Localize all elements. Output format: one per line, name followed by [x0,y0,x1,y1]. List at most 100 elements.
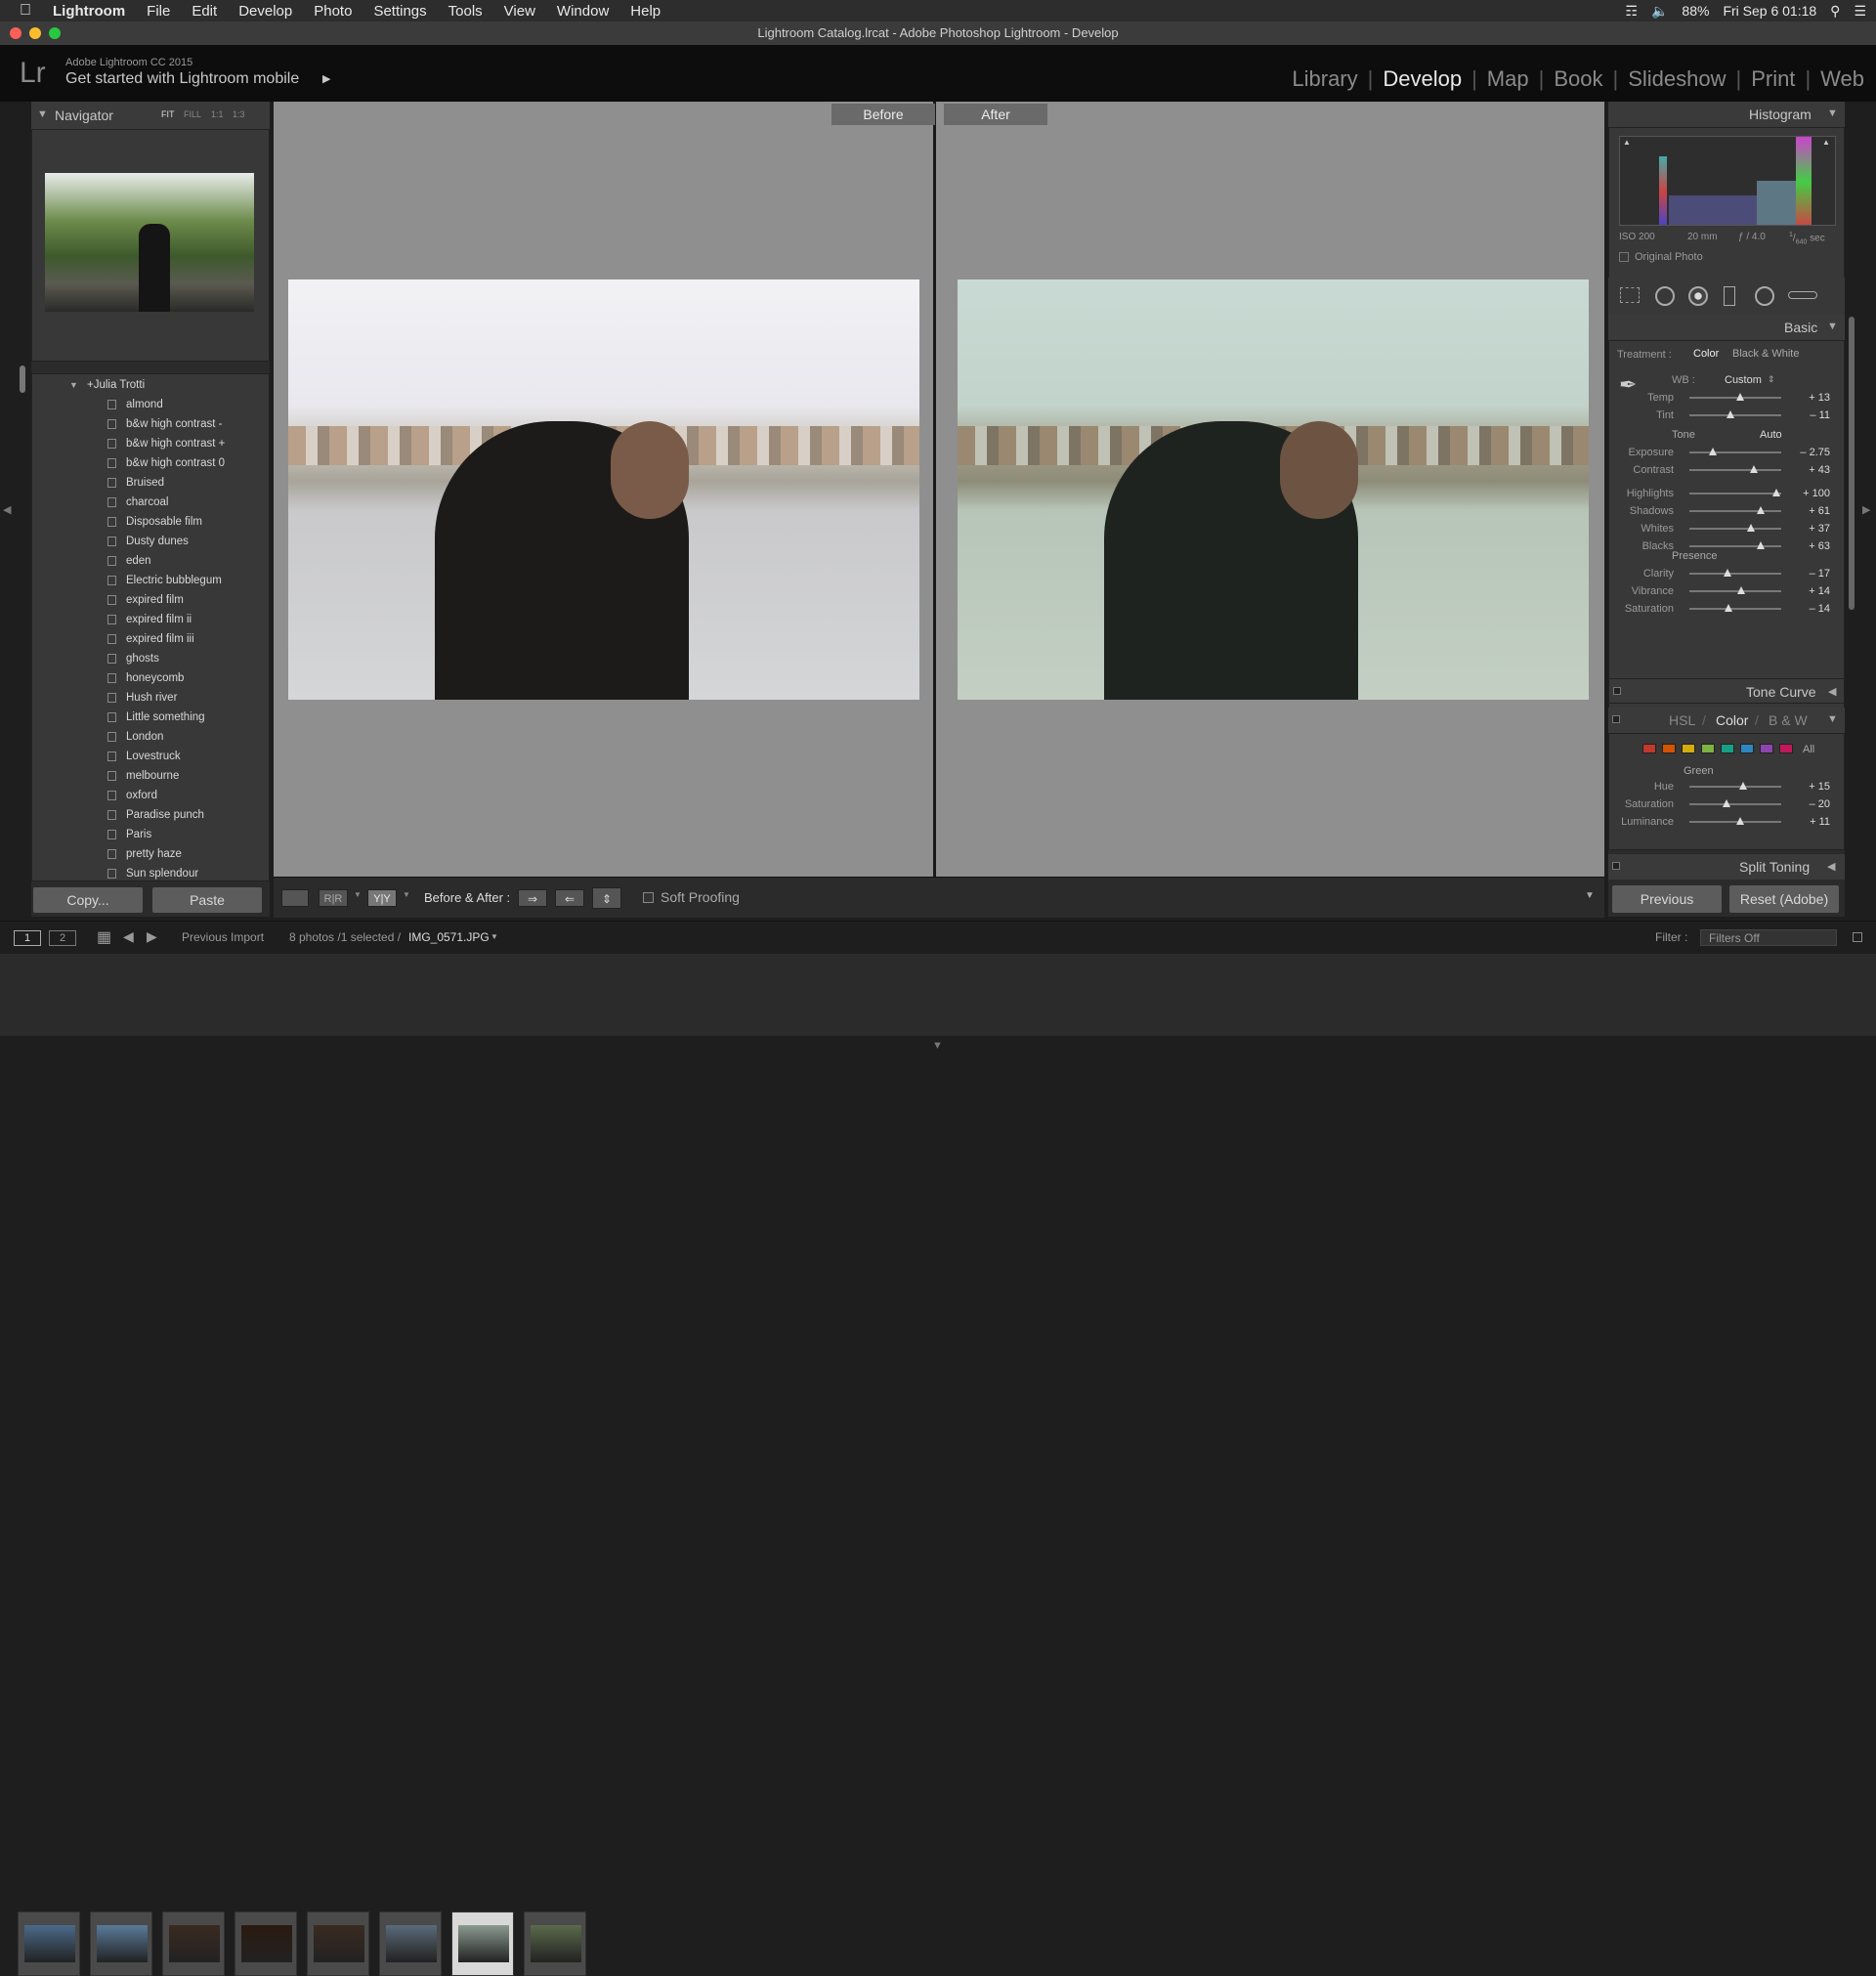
slider-value[interactable]: + 43 [1791,464,1830,476]
menu-develop[interactable]: Develop [228,3,303,20]
before-image[interactable] [288,279,919,700]
tone-curve-header[interactable]: Tone Curve ◀ [1608,678,1845,704]
hsl-tab[interactable]: HSL [1669,712,1695,728]
zoom-fit[interactable]: FIT [161,109,175,119]
tone-curve-switch-icon[interactable] [1613,687,1621,695]
zoom-fill[interactable]: FILL [184,109,201,119]
color-tab[interactable]: Color [1716,712,1748,728]
preset-item[interactable]: honeycomb [107,672,184,684]
filmstrip-thumbnail[interactable] [379,1912,442,1976]
grid-view-icon[interactable]: ▦ [97,927,111,947]
soft-proofing-label[interactable]: Soft Proofing [661,889,740,905]
module-book[interactable]: Book [1546,66,1610,92]
preset-item[interactable]: b&w high contrast 0 [107,457,225,469]
preset-item[interactable]: ghosts [107,653,159,665]
menu-settings[interactable]: Settings [362,3,437,20]
mobile-cta[interactable]: Get started with Lightroom mobile [65,70,299,88]
slider-knob[interactable] [1735,393,1744,401]
preset-item[interactable]: London [107,731,163,743]
navigator-thumbnail[interactable] [45,173,254,312]
presence-slider-track[interactable] [1689,569,1781,577]
slider-value[interactable]: + 63 [1791,540,1830,552]
tone-slider-track[interactable] [1689,448,1781,455]
left-panel-toggle-icon[interactable]: ◀ [3,503,11,516]
hsl-switch-icon[interactable] [1612,715,1620,723]
filmstrip-thumbnail[interactable] [18,1912,80,1976]
folder-triangle-icon[interactable]: ▼ [69,380,78,390]
color-swatch[interactable] [1779,744,1793,753]
preset-item[interactable]: Bruised [107,477,164,489]
red-eye-tool-icon[interactable] [1688,286,1708,306]
previous-button[interactable]: Previous [1612,885,1722,913]
slider-knob[interactable] [1738,782,1747,790]
preset-item[interactable]: expired film ii [107,614,192,625]
original-photo-label[interactable]: Original Photo [1635,251,1703,263]
preset-item[interactable]: Paris [107,829,151,840]
slider-knob[interactable] [1749,465,1758,473]
menu-app-name[interactable]: Lightroom [42,3,136,20]
tone-slider-track[interactable] [1689,506,1781,514]
preset-item[interactable]: Electric bubblegum [107,575,222,586]
preset-item[interactable]: Little something [107,711,205,723]
basic-collapse-icon[interactable]: ▼ [1827,321,1838,332]
histogram-chart[interactable] [1619,136,1836,226]
preset-folder[interactable]: +Julia Trotti [87,379,145,391]
preset-item[interactable]: pretty haze [107,848,182,860]
loupe-view-button[interactable] [281,889,309,907]
filter-lock-icon[interactable] [1853,932,1862,942]
filmstrip-thumbnail[interactable] [90,1912,152,1976]
slider-value[interactable]: – 2.75 [1791,447,1830,458]
yy-dropdown-icon[interactable]: ▼ [403,890,410,899]
preset-item[interactable]: oxford [107,790,157,801]
wifi-icon[interactable]: ☶ [1625,3,1638,20]
slider-value[interactable]: – 11 [1791,409,1830,421]
collapse-triangle-icon[interactable]: ▼ [37,108,48,120]
menu-edit[interactable]: Edit [181,3,228,20]
preset-item[interactable]: Disposable film [107,516,202,528]
preset-item[interactable]: expired film [107,594,184,606]
filmstrip-thumbnail[interactable] [307,1912,369,1976]
apple-icon[interactable]:  [0,2,42,20]
slider-value[interactable]: – 14 [1791,603,1830,615]
slider-value[interactable]: – 20 [1791,798,1830,810]
slider-knob[interactable] [1757,541,1766,549]
filter-select[interactable]: Filters Off [1700,929,1837,946]
color-swatch[interactable] [1642,744,1656,753]
second-window-button[interactable]: 2 [49,930,76,946]
preset-item[interactable]: eden [107,555,151,567]
after-image[interactable] [958,279,1589,700]
presence-slider-track[interactable] [1689,604,1781,612]
filmstrip-thumbnail[interactable] [451,1912,514,1976]
slider-knob[interactable] [1757,506,1766,514]
zoom-1-3[interactable]: 1:3 [233,109,245,119]
histogram-header[interactable]: Histogram ▼ [1608,102,1845,127]
color-swatch[interactable] [1740,744,1754,753]
hsl-header[interactable]: HSL / Color / B & W ▼ [1608,708,1845,733]
hsl-slider-track[interactable] [1689,817,1781,825]
color-swatch[interactable] [1721,744,1734,753]
paste-button[interactable]: Paste [152,887,262,913]
presence-slider-track[interactable] [1689,586,1781,594]
split-toning-switch-icon[interactable] [1612,862,1620,870]
hsl-slider-track[interactable] [1689,782,1781,790]
menu-photo[interactable]: Photo [303,3,362,20]
slider-knob[interactable] [1746,524,1755,532]
navigator-header[interactable]: ▼ Navigator FIT FILL 1:1 1:3 [31,102,270,129]
battery-percent[interactable]: 88% [1682,3,1709,19]
right-panel-toggle-icon[interactable]: ▶ [1862,503,1870,516]
soft-proofing-checkbox[interactable] [643,892,654,903]
preset-item[interactable]: expired film iii [107,633,194,645]
slider-knob[interactable] [1708,448,1717,455]
slider-knob[interactable] [1725,604,1733,612]
tone-slider-track[interactable] [1689,541,1781,549]
slider-value[interactable]: + 14 [1791,585,1830,597]
filmstrip-thumbnail[interactable] [234,1912,297,1976]
swatch-all[interactable]: All [1803,744,1814,755]
treatment-bw[interactable]: Black & White [1732,348,1799,360]
main-window-button[interactable]: 1 [14,930,41,946]
basic-header[interactable]: Basic ▼ [1608,315,1845,340]
filmstrip-thumbnail[interactable] [524,1912,586,1976]
preset-item[interactable]: b&w high contrast + [107,438,225,450]
copy-after-to-before-button[interactable]: ⇐ [555,889,584,907]
spot-removal-tool-icon[interactable] [1655,286,1675,306]
